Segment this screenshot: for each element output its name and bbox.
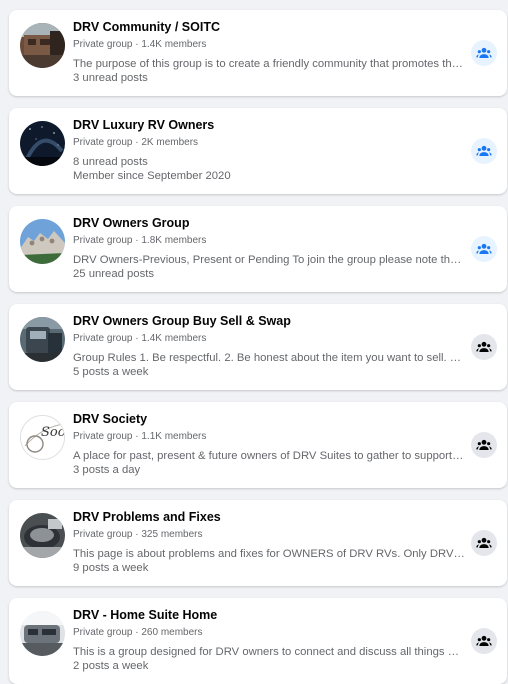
group-joined-button[interactable] xyxy=(471,236,497,262)
group-meta: Private group · 1.8K members xyxy=(73,235,207,246)
group-avatar[interactable] xyxy=(20,23,65,68)
group-join-icon xyxy=(476,537,492,548)
group-activity: 3 posts a day xyxy=(73,464,141,476)
group-meta: Private group · 2K members xyxy=(73,137,199,148)
group-description: DRV Owners-Previous, Present or Pending … xyxy=(73,254,465,266)
avatar-image xyxy=(20,317,65,362)
group-description: A place for past, present & future owner… xyxy=(73,450,465,462)
group-join-icon xyxy=(476,635,492,646)
group-name[interactable]: DRV Luxury RV Owners xyxy=(73,117,465,134)
group-membership: Member since September 2020 xyxy=(73,170,231,182)
group-card[interactable]: DRV Owners Group Private group · 1.8K me… xyxy=(9,206,507,292)
group-name[interactable]: DRV Society xyxy=(73,411,465,428)
avatar-image xyxy=(20,121,65,166)
group-meta: Private group · 1.4K members xyxy=(73,333,207,344)
group-activity: 9 posts a week xyxy=(73,562,149,574)
group-join-icon xyxy=(476,341,492,352)
group-join-button[interactable] xyxy=(471,530,497,556)
group-join-icon xyxy=(476,439,492,450)
group-avatar[interactable] xyxy=(20,219,65,264)
group-name[interactable]: DRV Problems and Fixes xyxy=(73,509,465,526)
group-joined-icon xyxy=(476,47,492,58)
group-card[interactable]: DRV Owners Group Buy Sell & Swap Private… xyxy=(9,304,507,390)
group-avatar[interactable]: Soo xyxy=(20,415,65,460)
group-meta: Private group · 1.1K members xyxy=(73,431,207,442)
group-name[interactable]: DRV Owners Group Buy Sell & Swap xyxy=(73,313,465,330)
group-avatar[interactable] xyxy=(20,317,65,362)
avatar-image xyxy=(20,611,65,656)
group-meta: Private group · 260 members xyxy=(73,627,203,638)
group-activity: 5 posts a week xyxy=(73,366,149,378)
group-avatar[interactable] xyxy=(20,513,65,558)
group-activity: 2 posts a week xyxy=(73,660,149,672)
groups-list: DRV Community / SOITC Private group · 1.… xyxy=(0,0,508,684)
avatar-image xyxy=(20,513,65,558)
group-description: The purpose of this group is to create a… xyxy=(73,58,465,70)
group-name[interactable]: DRV Community / SOITC xyxy=(73,19,465,36)
group-join-button[interactable] xyxy=(471,432,497,458)
avatar-logo-text: Soo xyxy=(41,425,65,440)
group-joined-icon xyxy=(476,243,492,254)
group-avatar[interactable] xyxy=(20,121,65,166)
group-joined-button[interactable] xyxy=(471,40,497,66)
group-meta: Private group · 325 members xyxy=(73,529,203,540)
group-activity: 8 unread posts xyxy=(73,156,148,168)
group-activity: 3 unread posts xyxy=(73,72,148,84)
group-join-button[interactable] xyxy=(471,334,497,360)
group-join-button[interactable] xyxy=(471,628,497,654)
avatar-image: Soo xyxy=(21,416,65,459)
group-name[interactable]: DRV Owners Group xyxy=(73,215,465,232)
group-avatar[interactable] xyxy=(20,611,65,656)
group-card[interactable]: DRV Problems and Fixes Private group · 3… xyxy=(9,500,507,586)
group-activity: 25 unread posts xyxy=(73,268,155,280)
group-description: This is a group designed for DRV owners … xyxy=(73,646,465,658)
avatar-image xyxy=(20,23,65,68)
group-card[interactable]: DRV Luxury RV Owners Private group · 2K … xyxy=(9,108,507,194)
group-card[interactable]: DRV - Home Suite Home Private group · 26… xyxy=(9,598,507,684)
group-description: Group Rules 1. Be respectful. 2. Be hone… xyxy=(73,352,465,364)
group-card[interactable]: Soo DRV Society Private group · 1.1K mem… xyxy=(9,402,507,488)
group-description: This page is about problems and fixes fo… xyxy=(73,548,465,560)
avatar-image xyxy=(20,219,65,264)
group-meta: Private group · 1.4K members xyxy=(73,39,207,50)
group-joined-button[interactable] xyxy=(471,138,497,164)
group-joined-icon xyxy=(476,145,492,156)
group-card[interactable]: DRV Community / SOITC Private group · 1.… xyxy=(9,10,507,96)
group-name[interactable]: DRV - Home Suite Home xyxy=(73,607,465,624)
